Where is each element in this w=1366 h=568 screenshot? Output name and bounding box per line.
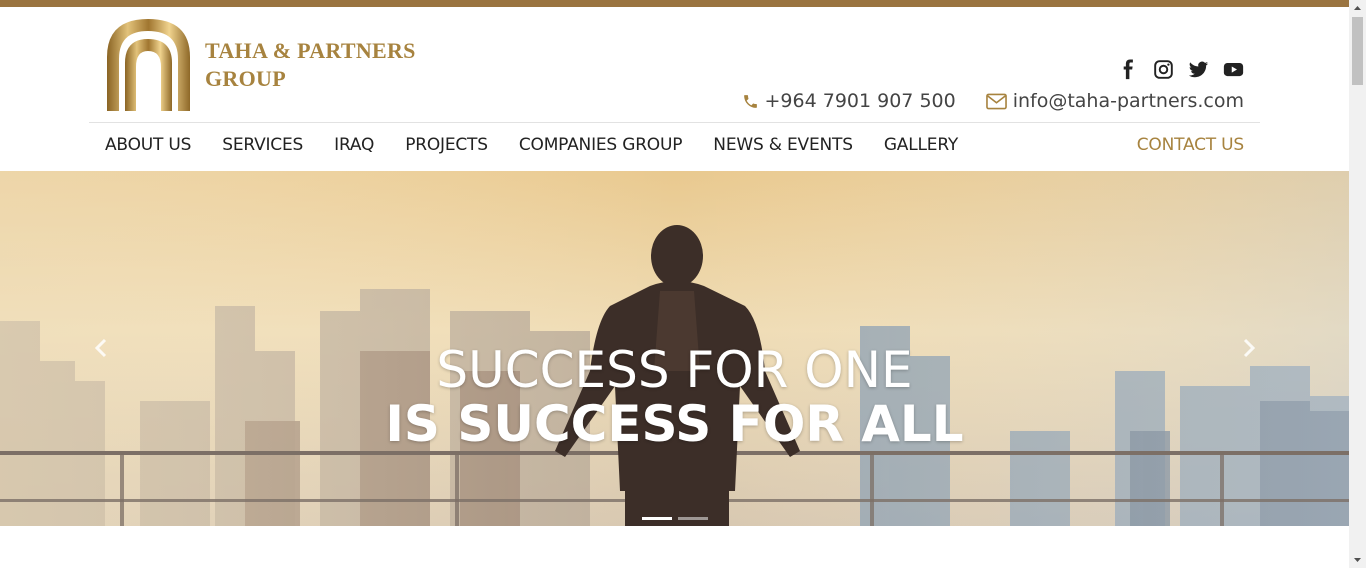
chevron-left-icon: [94, 338, 107, 358]
phone-icon: [743, 94, 757, 108]
carousel-indicators: [642, 517, 708, 520]
contact-info: +964 7901 907 500 info@taha-partners.com: [742, 90, 1244, 112]
nav-item-companies-group[interactable]: COMPANIES GROUP: [519, 135, 683, 155]
brand-name: TAHA & PARTNERS GROUP: [205, 37, 416, 93]
header-divider: [89, 122, 1260, 123]
arch-logo-icon: [105, 17, 192, 111]
brand-name-line1: TAHA & PARTNERS: [205, 38, 416, 63]
phone-number: +964 7901 907 500: [764, 90, 956, 112]
carousel-indicator-2[interactable]: [678, 517, 708, 520]
nav-item-news-events[interactable]: NEWS & EVENTS: [713, 135, 853, 155]
nav-item-about-us[interactable]: ABOUT US: [105, 135, 191, 155]
phone-contact[interactable]: +964 7901 907 500: [742, 90, 956, 112]
top-accent-bar: [0, 0, 1349, 7]
email-contact[interactable]: info@taha-partners.com: [985, 90, 1244, 112]
triangle-down-icon: [1354, 558, 1361, 562]
chevron-right-icon: [1243, 338, 1256, 358]
hero-carousel: SUCCESS FOR ONE IS SUCCESS FOR ALL: [0, 171, 1349, 526]
scroll-down-arrow[interactable]: [1349, 551, 1366, 568]
twitter-icon: [1188, 61, 1209, 78]
hero-headline-line2: IS SUCCESS FOR ALL: [385, 395, 964, 453]
page-scrollbar[interactable]: [1349, 0, 1366, 568]
social-links: [1118, 59, 1244, 80]
hero-headline-line1: SUCCESS FOR ONE: [436, 341, 913, 399]
youtube-link[interactable]: [1223, 59, 1244, 80]
instagram-icon: [1154, 60, 1173, 79]
twitter-link[interactable]: [1188, 59, 1209, 80]
triangle-up-icon: [1354, 6, 1361, 10]
youtube-icon: [1223, 62, 1244, 77]
facebook-link[interactable]: [1118, 59, 1139, 80]
nav-item-iraq[interactable]: IRAQ: [334, 135, 374, 155]
carousel-indicator-1[interactable]: [642, 517, 672, 520]
nav-item-contact-us[interactable]: CONTACT US: [1137, 135, 1244, 155]
carousel-prev-button[interactable]: [90, 336, 114, 360]
brand-logo[interactable]: TAHA & PARTNERS GROUP: [105, 17, 435, 112]
site-header: TAHA & PARTNERS GROUP +964 7901 907 500 …: [0, 7, 1349, 171]
facebook-icon: [1123, 59, 1133, 80]
nav-item-services[interactable]: SERVICES: [222, 135, 303, 155]
scroll-thumb[interactable]: [1352, 17, 1363, 85]
main-nav: ABOUT US SERVICES IRAQ PROJECTS COMPANIE…: [105, 135, 989, 155]
nav-item-gallery[interactable]: GALLERY: [884, 135, 958, 155]
carousel-next-button[interactable]: [1236, 336, 1260, 360]
instagram-link[interactable]: [1153, 59, 1174, 80]
envelope-icon: [985, 93, 1007, 109]
brand-name-line2: GROUP: [205, 66, 286, 91]
nav-item-projects[interactable]: PROJECTS: [405, 135, 488, 155]
scroll-up-arrow[interactable]: [1349, 0, 1366, 17]
email-address: info@taha-partners.com: [1012, 90, 1244, 112]
